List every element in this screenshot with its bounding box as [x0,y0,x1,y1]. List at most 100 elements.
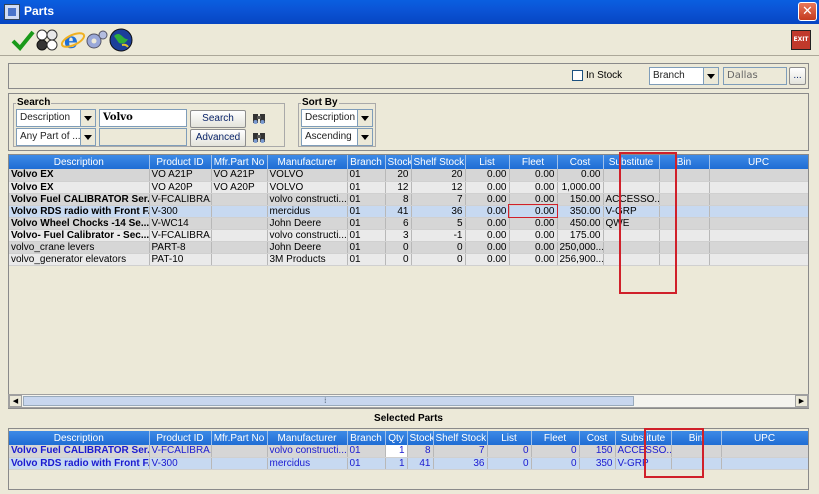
table-row[interactable]: volvo_crane levers PART-8 John Deere 01 0 0 0.… [9,241,808,254]
close-button[interactable]: ✕ [798,2,817,21]
table-cell[interactable]: 0.00 [509,253,558,266]
table-cell[interactable] [709,193,808,206]
internet-explorer-icon[interactable]: e [60,27,86,54]
table-cell[interactable] [721,457,808,470]
sort-field-select[interactable]: Description [301,109,373,127]
table-cell[interactable]: 0 [487,445,532,458]
table-cell[interactable] [211,217,268,230]
table-cell[interactable]: 150 [579,445,616,458]
table-cell[interactable]: volvo_crane levers [9,241,150,254]
column-header[interactable]: Manufacturer [267,155,348,169]
table-cell[interactable]: 0.00 [509,181,558,194]
column-header[interactable]: Shelf Stock [411,155,466,169]
search-input[interactable]: Volvo [99,109,187,127]
table-cell[interactable]: Volvo Fuel CALIBRATOR Ser... [9,445,150,458]
in-stock-option[interactable]: In Stock [572,70,622,82]
table-cell[interactable]: 0.00 [465,217,510,230]
table-cell[interactable] [211,193,268,206]
table-cell[interactable]: 36 [433,457,488,470]
table-row[interactable]: Volvo- Fuel Calibrator - Sec... V-FCALIBR… [9,229,808,242]
column-header[interactable]: Stock [407,431,434,445]
table-cell[interactable]: VOLVO [267,181,348,194]
table-cell[interactable]: 0 [531,457,580,470]
table-cell[interactable]: 450.00 [557,217,604,230]
table-cell[interactable]: 0 [411,241,466,254]
column-header[interactable]: Cost [557,155,604,169]
column-header[interactable]: Mfr.Part No [211,431,268,445]
table-cell[interactable] [721,445,808,458]
table-cell[interactable]: VO A20P [211,181,268,194]
table-cell[interactable]: 0.00 [509,229,558,242]
table-cell[interactable]: 7 [433,445,488,458]
table-cell[interactable]: 0 [385,241,412,254]
table-cell[interactable] [211,205,268,218]
branch-field[interactable]: Dallas [723,67,787,85]
scroll-right-icon[interactable]: ▶ [795,395,808,407]
table-row[interactable]: Volvo EX VO A21P VO A21P VOLVO 01 20 20 0.00 0.0… [9,169,808,182]
table-cell[interactable] [211,241,268,254]
branch-mode-select[interactable]: Branch [649,67,719,85]
table-cell[interactable]: volvo constructi... [267,229,348,242]
table-cell[interactable]: VO A21P [211,169,268,182]
table-cell[interactable]: 0 [385,253,412,266]
table-cell[interactable]: 150.00 [557,193,604,206]
table-cell[interactable] [709,217,808,230]
table-cell[interactable]: 0.00 [465,193,510,206]
table-cell[interactable]: 01 [347,205,386,218]
table-cell[interactable]: mercidus [267,457,348,470]
table-cell[interactable]: 41 [407,457,434,470]
column-header[interactable]: Product ID [149,155,212,169]
table-cell[interactable] [709,181,808,194]
table-cell[interactable]: 0.00 [465,205,510,218]
table-cell[interactable]: 20 [411,169,466,182]
quantity-field[interactable]: 1 [385,445,408,458]
table-cell[interactable]: mercidus [267,205,348,218]
table-cell[interactable]: 8 [407,445,434,458]
table-cell[interactable]: PAT-10 [149,253,212,266]
column-header[interactable]: Fleet [509,155,558,169]
table-cell[interactable]: 0.00 [508,204,558,218]
table-cell[interactable]: 0.00 [465,169,510,182]
table-cell[interactable] [709,241,808,254]
table-cell[interactable]: V-FCALIBRA... [149,445,212,458]
table-cell[interactable]: 01 [347,241,386,254]
table-cell[interactable]: 12 [385,181,412,194]
search-match-select[interactable]: Any Part of ... [16,128,96,146]
table-row[interactable]: Volvo RDS radio with Front F... V-300 merc… [9,204,808,218]
table-row[interactable]: Volvo EX VO A20P VO A20P VOLVO 01 12 12 0.00 0.0… [9,181,808,194]
column-header[interactable]: Manufacturer [267,431,348,445]
table-cell[interactable]: PART-8 [149,241,212,254]
table-cell[interactable]: 41 [385,205,412,218]
table-cell[interactable]: Volvo EX [9,181,150,194]
table-cell[interactable]: 250,000... [557,241,604,254]
table-cell[interactable]: Volvo RDS radio with Front F... [9,457,150,470]
table-cell[interactable]: VO A21P [149,169,212,182]
table-cell[interactable]: VOLVO [267,169,348,182]
column-header[interactable]: Cost [579,431,616,445]
scroll-left-icon[interactable]: ◀ [9,395,22,407]
column-header[interactable]: Fleet [531,431,580,445]
table-cell[interactable]: 0 [531,445,580,458]
column-header[interactable]: Stock [385,155,412,169]
table-cell[interactable]: volvo_generator elevators [9,253,150,266]
table-cell[interactable]: 0.00 [465,241,510,254]
table-cell[interactable]: 0 [411,253,466,266]
table-cell[interactable]: 256,900... [557,253,604,266]
table-cell[interactable]: Volvo RDS radio with Front F... [9,205,150,218]
parts-balls-icon[interactable] [34,27,60,53]
table-cell[interactable]: V-FCALIBRA... [149,229,212,242]
sort-order-select[interactable]: Ascending [301,128,373,146]
table-cell[interactable]: 0.00 [557,169,604,182]
table-cell[interactable]: 350.00 [557,205,604,218]
in-stock-checkbox[interactable] [572,70,583,81]
column-header[interactable]: Description [9,155,150,169]
exit-button[interactable]: EXIT [791,30,811,50]
table-cell[interactable]: 0.00 [465,253,510,266]
table-cell[interactable]: 36 [411,205,466,218]
table-cell[interactable]: Volvo Wheel Chocks -14 Se... [9,217,150,230]
table-cell[interactable]: 01 [347,229,386,242]
column-header[interactable]: Branch [347,155,386,169]
table-cell[interactable] [211,229,268,242]
column-header[interactable]: Qty [385,431,408,445]
table-cell[interactable]: V-300 [149,457,212,470]
